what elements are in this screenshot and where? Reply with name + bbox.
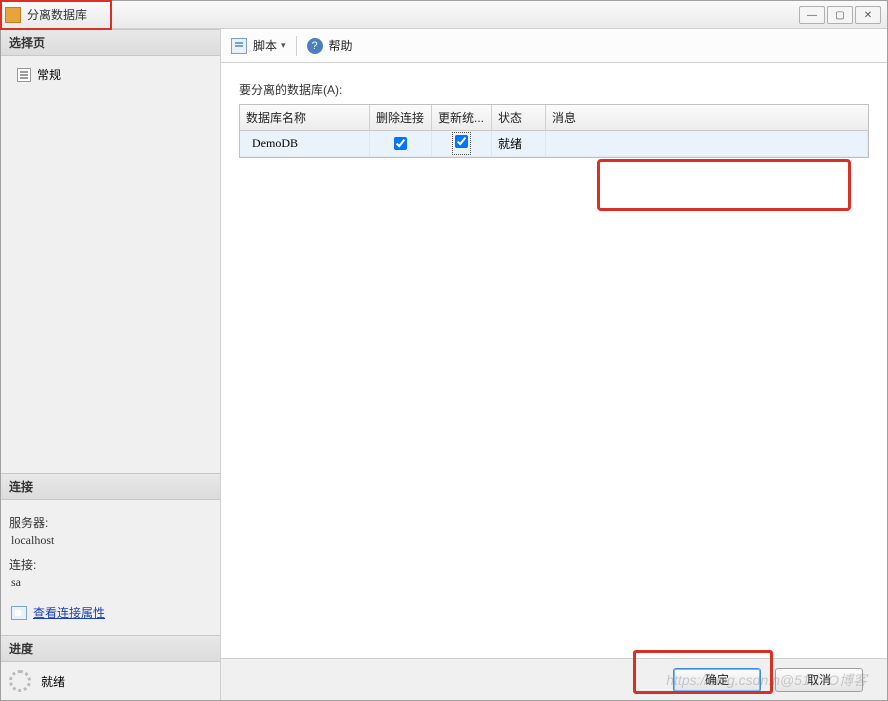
cell-message	[546, 131, 868, 156]
progress-status: 就绪	[41, 673, 65, 690]
drop-connections-checkbox[interactable]	[394, 137, 407, 150]
connection-header: 连接	[1, 473, 220, 500]
progress-section: 就绪	[1, 662, 220, 700]
main-panel: 脚本 ▾ ? 帮助 要分离的数据库(A): 数据库名称 删除连接 更新统... …	[221, 29, 887, 700]
update-stats-checkbox[interactable]	[455, 135, 468, 148]
col-header-status[interactable]: 状态	[492, 105, 546, 130]
view-connection-props[interactable]: 查看连接属性	[9, 604, 212, 621]
script-button[interactable]: 脚本	[253, 37, 277, 54]
grid-header: 数据库名称 删除连接 更新统... 状态 消息	[240, 105, 868, 131]
page-icon	[17, 68, 31, 82]
select-page-header: 选择页	[1, 29, 220, 56]
dialog-footer: 确定 取消 https://blog.csdn.n@51CTO博客	[221, 658, 887, 700]
dropdown-arrow-icon[interactable]: ▾	[281, 40, 286, 51]
toolbar-separator	[296, 36, 297, 56]
close-button[interactable]: ✕	[855, 6, 881, 24]
window-title: 分离数据库	[27, 6, 87, 23]
cell-update-stats[interactable]	[432, 131, 492, 156]
connection-section: 服务器: localhost 连接: sa 查看连接属性	[1, 500, 220, 635]
col-header-name[interactable]: 数据库名称	[240, 105, 370, 130]
cancel-button[interactable]: 取消	[775, 668, 863, 692]
databases-grid: 数据库名称 删除连接 更新统... 状态 消息 DemoDB 就绪	[239, 104, 869, 158]
cell-db-name: DemoDB	[240, 131, 370, 156]
server-label: 服务器:	[9, 514, 212, 531]
maximize-button[interactable]: ▢	[827, 6, 853, 24]
progress-spinner-icon	[9, 670, 31, 692]
sidebar-item-general[interactable]: 常规	[9, 62, 212, 87]
properties-icon	[11, 606, 27, 620]
help-icon: ?	[307, 38, 323, 54]
toolbar: 脚本 ▾ ? 帮助	[221, 29, 887, 63]
minimize-button[interactable]: —	[799, 6, 825, 24]
conn-value: sa	[11, 575, 212, 590]
progress-header: 进度	[1, 635, 220, 662]
script-icon	[231, 38, 247, 54]
table-row[interactable]: DemoDB 就绪	[240, 131, 868, 157]
ok-button[interactable]: 确定	[673, 668, 761, 692]
cell-drop-connections[interactable]	[370, 131, 432, 156]
col-header-message[interactable]: 消息	[546, 105, 868, 130]
server-value: localhost	[11, 533, 212, 548]
help-button[interactable]: 帮助	[329, 37, 353, 54]
app-icon	[5, 7, 21, 23]
col-header-update[interactable]: 更新统...	[432, 105, 492, 130]
cell-status: 就绪	[492, 131, 546, 156]
sidebar: 选择页 常规 连接 服务器: localhost 连接: sa 查看连接属性 进…	[1, 29, 221, 700]
columns-highlight-box	[597, 159, 851, 211]
databases-to-detach-label: 要分离的数据库(A):	[239, 81, 869, 98]
conn-label: 连接:	[9, 556, 212, 573]
col-header-drop[interactable]: 删除连接	[370, 105, 432, 130]
titlebar[interactable]: 分离数据库 — ▢ ✕	[1, 1, 887, 29]
sidebar-item-label: 常规	[37, 66, 61, 83]
view-props-link[interactable]: 查看连接属性	[33, 604, 105, 621]
detach-database-window: 分离数据库 — ▢ ✕ 选择页 常规 连接 服务器: localhost 连接:…	[0, 0, 888, 701]
